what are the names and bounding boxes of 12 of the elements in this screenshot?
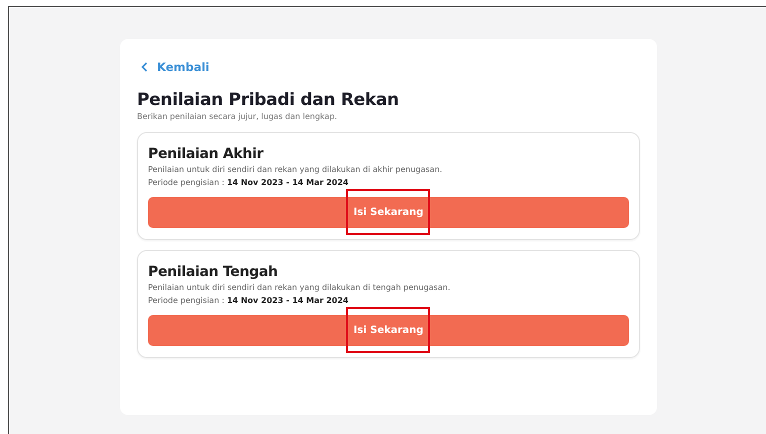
fill-now-button[interactable]: Isi Sekarang <box>148 315 629 346</box>
card-description: Penilaian untuk diri sendiri dan rekan yang dilakukan di tengah penugasan. <box>148 283 452 292</box>
card-title: Penilaian Akhir <box>148 146 264 162</box>
page-title: Penilaian Pribadi dan Rekan <box>137 90 400 110</box>
period-text: Periode pengisian : 14 Nov 2023 - 14 Mar 2024 <box>148 296 350 305</box>
period-text: Periode pengisian : 14 Nov 2023 - 14 Mar 2024 <box>148 178 350 187</box>
back-link[interactable]: Kembali <box>141 60 210 74</box>
fill-now-button[interactable]: Isi Sekarang <box>148 197 629 228</box>
card-description: Penilaian untuk diri sendiri dan rekan yang dilakukan di akhir penugasan. <box>148 165 444 174</box>
chevron-left-icon <box>141 62 148 72</box>
card-title: Penilaian Tengah <box>148 264 279 280</box>
page-subtitle: Berikan penilaian secara jujur, lugas dan lengkap. <box>137 112 338 121</box>
